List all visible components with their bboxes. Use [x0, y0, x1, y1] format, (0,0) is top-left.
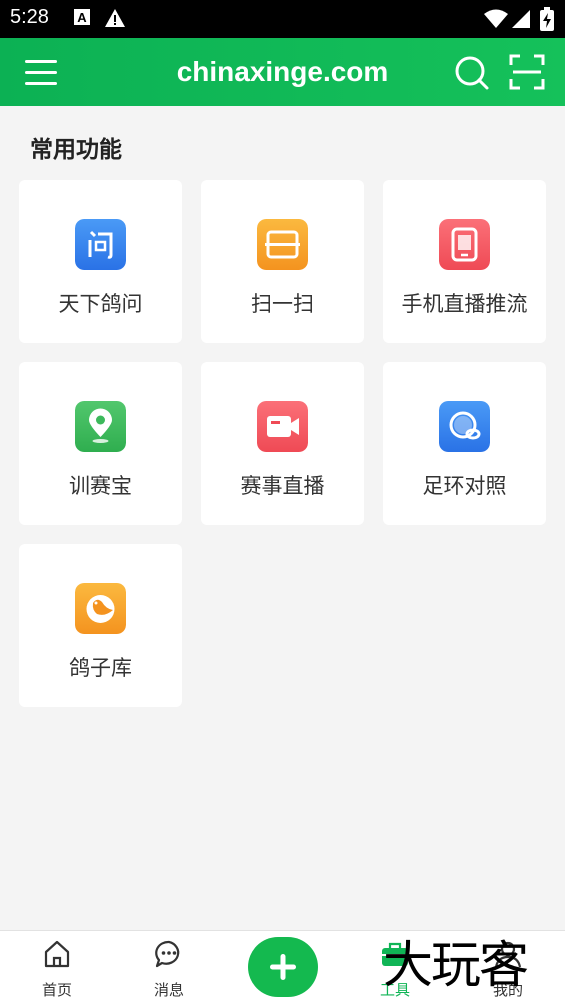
- tool-card-tianxia-gewen[interactable]: 天下鸽问: [19, 180, 182, 343]
- add-button[interactable]: [248, 937, 318, 997]
- ring-compare-icon: [439, 401, 490, 452]
- tool-label: 足环对照: [422, 474, 507, 498]
- watermark: 大玩客: [383, 936, 529, 994]
- tool-label: 扫一扫: [251, 292, 314, 316]
- section-title: 常用功能: [30, 137, 122, 163]
- location-pin-icon: [75, 401, 126, 452]
- wifi-icon: [484, 9, 508, 28]
- tab-label: 首页: [41, 981, 72, 999]
- question-chat-icon: [75, 219, 126, 270]
- scan-icon[interactable]: [508, 53, 546, 91]
- message-icon: [155, 940, 180, 968]
- tool-card-xunsaibao[interactable]: 训赛宝: [19, 362, 182, 525]
- tool-card-race-live[interactable]: 赛事直播: [201, 362, 364, 525]
- video-camera-icon: [257, 401, 308, 452]
- svg-text:A: A: [77, 10, 87, 25]
- tool-label: 赛事直播: [240, 474, 325, 498]
- tool-label: 手机直播推流: [401, 292, 528, 316]
- warning-icon: [105, 9, 125, 27]
- battery-icon: [540, 7, 554, 31]
- app-bar: chinaxinge.com: [0, 38, 565, 106]
- scan-icon: [257, 219, 308, 270]
- signal-icon: [512, 10, 530, 28]
- tool-card-phone-stream[interactable]: 手机直播推流: [383, 180, 546, 343]
- status-time: 5:28: [10, 6, 49, 28]
- tool-label: 天下鸽问: [58, 292, 143, 316]
- tab-home[interactable]: 首页: [7, 931, 107, 1004]
- notification-a-icon: A: [74, 9, 90, 25]
- tool-card-scan[interactable]: 扫一扫: [201, 180, 364, 343]
- tool-card-ring-compare[interactable]: 足环对照: [383, 362, 546, 525]
- phone-stream-icon: [439, 219, 490, 270]
- pigeon-icon: [75, 583, 126, 634]
- search-icon[interactable]: [452, 53, 490, 91]
- tab-messages[interactable]: 消息: [119, 931, 219, 1004]
- tool-label: 训赛宝: [69, 474, 132, 498]
- tab-label: 消息: [153, 981, 184, 999]
- tool-card-pigeon-library[interactable]: 鸽子库: [19, 544, 182, 707]
- tool-label: 鸽子库: [69, 656, 132, 680]
- home-icon: [44, 940, 70, 968]
- status-bar: 5:28 A: [0, 0, 565, 38]
- plus-icon: [270, 954, 296, 980]
